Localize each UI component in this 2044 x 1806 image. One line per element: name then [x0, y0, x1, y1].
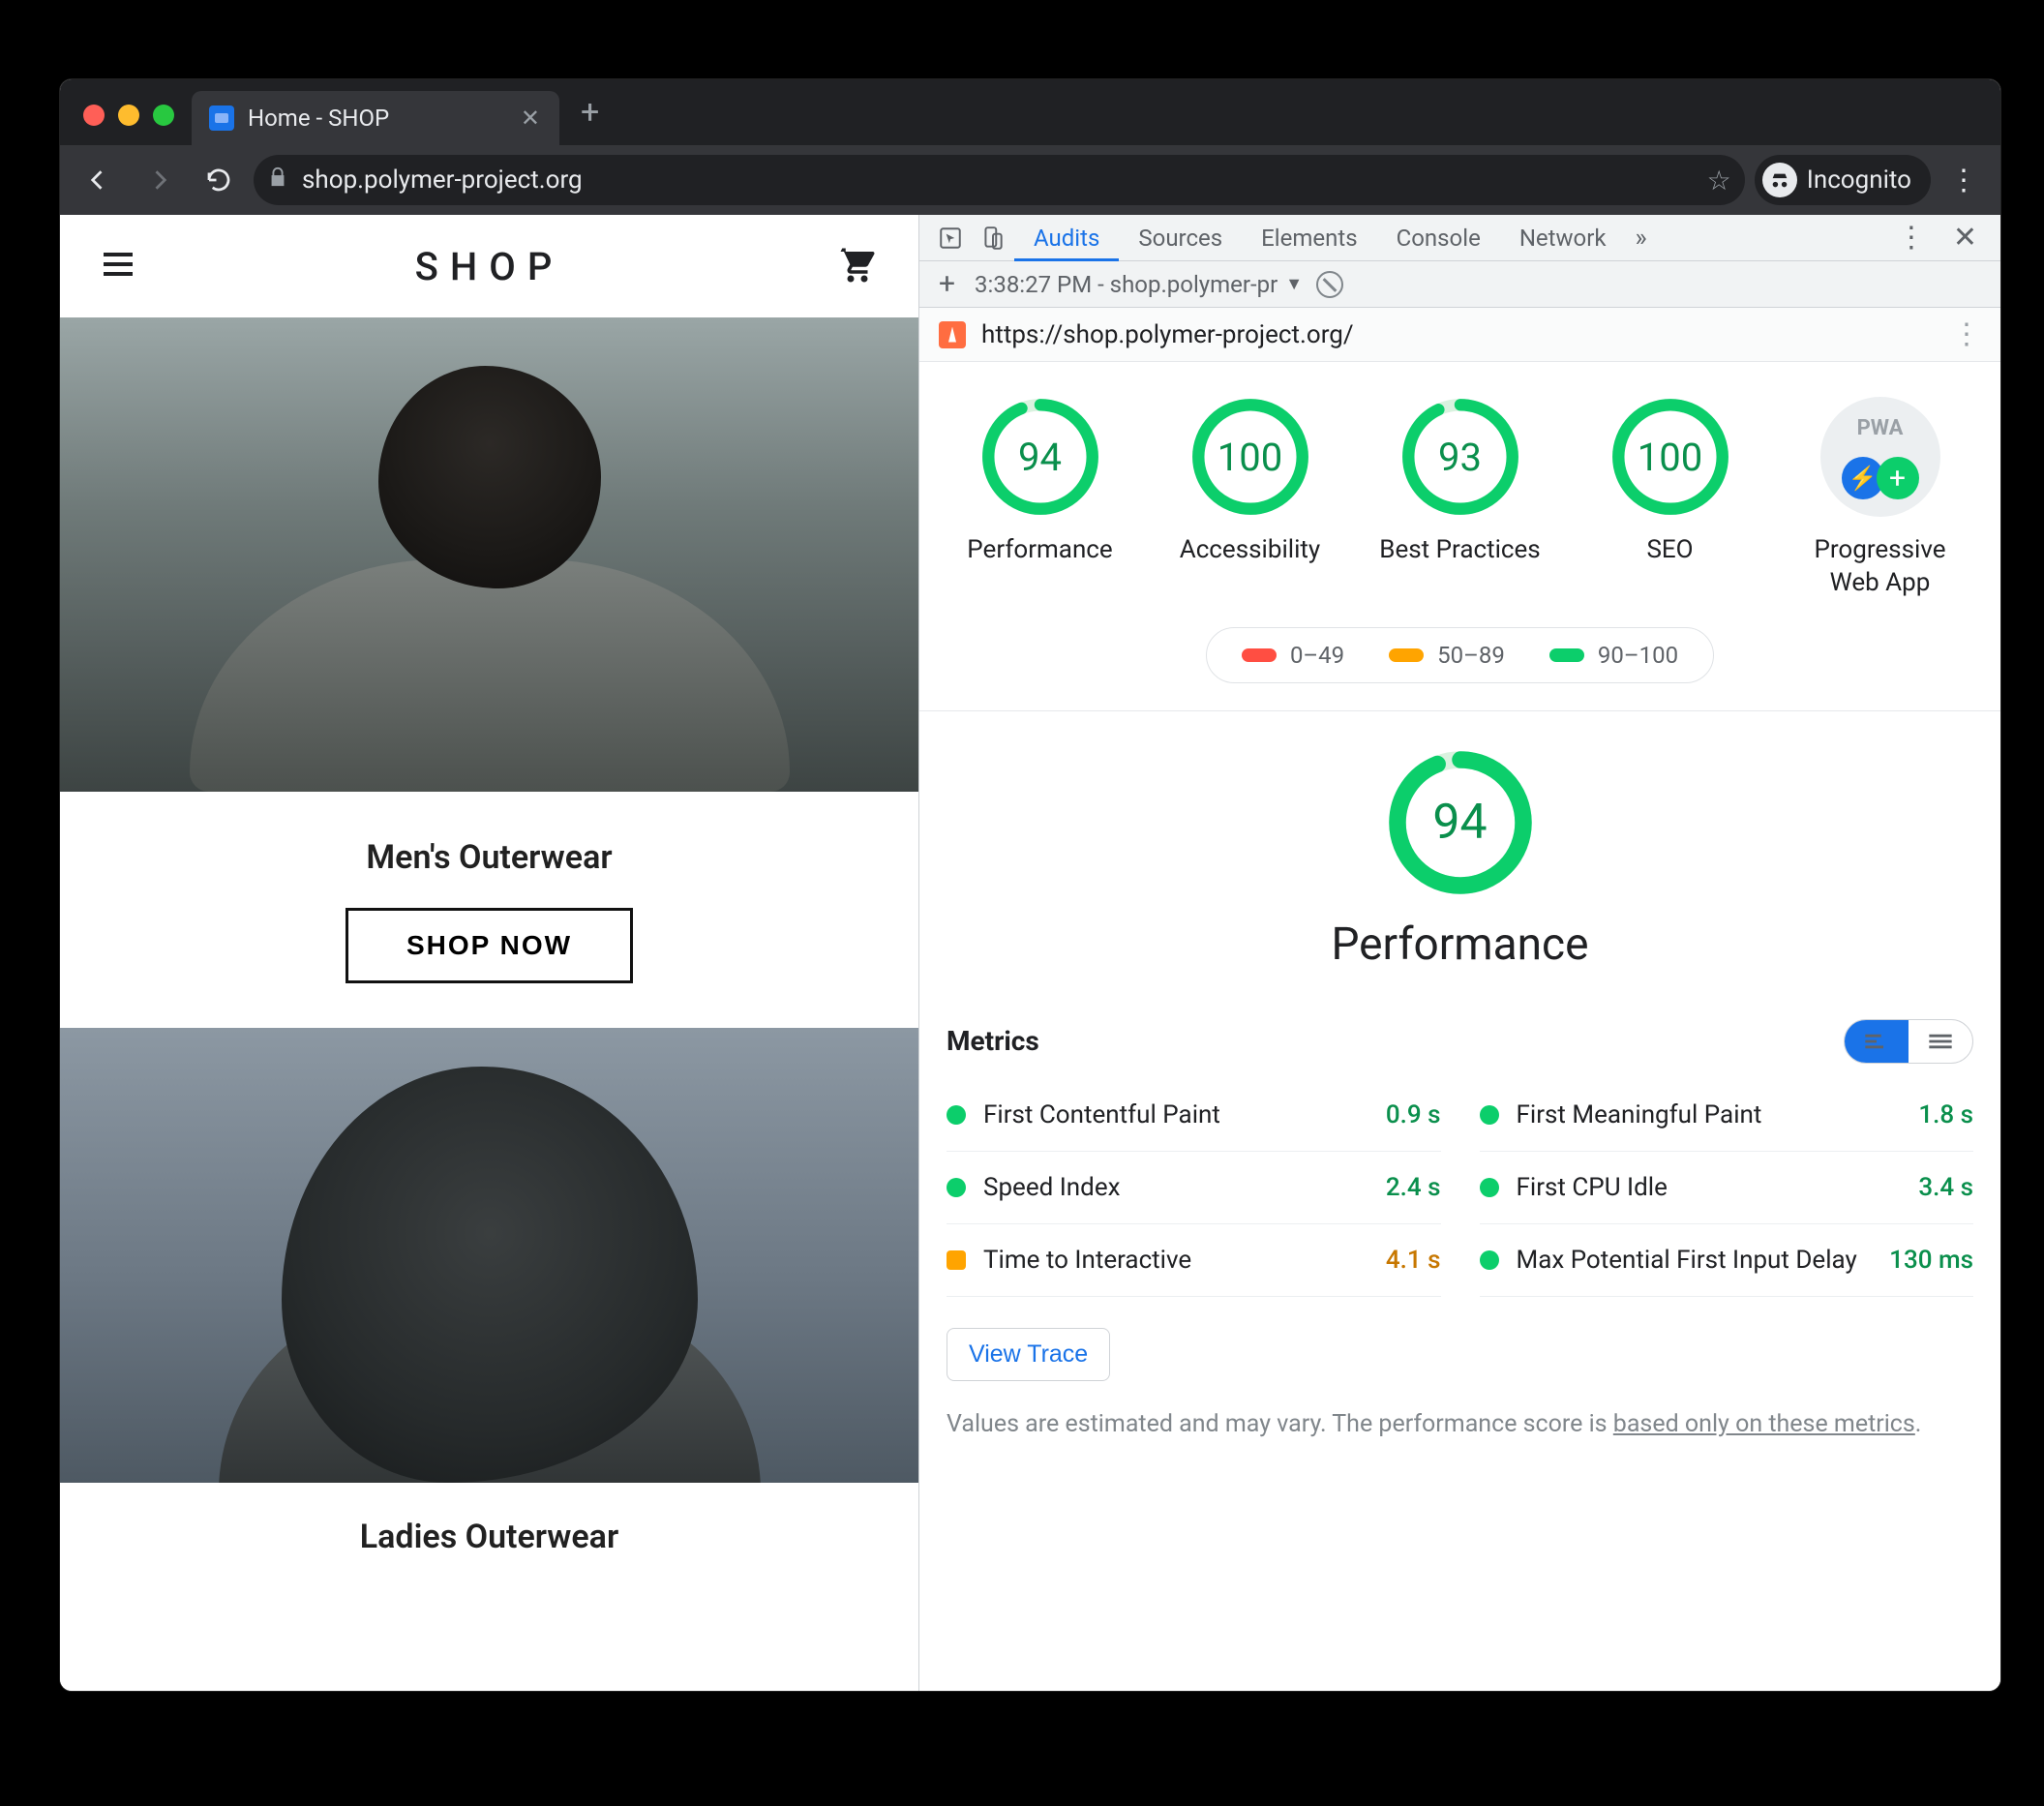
hero-image-ladies	[60, 1028, 918, 1483]
omnibox[interactable]: shop.polymer-project.org ☆	[254, 155, 1745, 205]
lock-icon	[267, 165, 288, 196]
lighthouse-icon	[939, 321, 966, 348]
score-seo[interactable]: 100 SEO	[1583, 397, 1758, 600]
status-dot-icon	[1480, 1250, 1499, 1270]
device-toggle-icon[interactable]	[972, 217, 1014, 259]
metric-row[interactable]: Speed Index2.4 s	[947, 1152, 1441, 1224]
browser-menu-button[interactable]: ⋮	[1940, 164, 1987, 197]
tab-title: Home - SHOP	[248, 105, 501, 132]
devtools-more-icon[interactable]: ⋮	[1883, 221, 1939, 255]
metric-row[interactable]: First Meaningful Paint1.8 s	[1480, 1079, 1974, 1152]
audit-url-menu-icon[interactable]: ⋮	[1952, 317, 1981, 351]
devtools-tab-sources[interactable]: Sources	[1119, 215, 1242, 261]
metrics-grid: First Contentful Paint0.9 s First Meanin…	[919, 1075, 2000, 1307]
new-tab-button[interactable]: +	[559, 93, 620, 145]
performance-big-score: 94 Performance	[919, 711, 2000, 990]
score-summary-row: 94 Performance 100 Accessibility 93 Best…	[919, 362, 2000, 610]
status-dot-icon	[1480, 1178, 1499, 1197]
shop-now-button[interactable]: SHOP NOW	[346, 908, 633, 983]
devtools-tab-elements[interactable]: Elements	[1242, 215, 1376, 261]
section-label-ladies: Ladies Outerwear	[60, 1483, 918, 1556]
devtools-tab-audits[interactable]: Audits	[1014, 215, 1119, 261]
content-split: SHOP Men's Outerwear SHOP NOW Ladies Out…	[60, 215, 2000, 1691]
devtools-tabs: Audits Sources Elements Console Network …	[919, 215, 2000, 261]
omnibox-url: shop.polymer-project.org	[302, 166, 1694, 195]
incognito-label: Incognito	[1807, 166, 1911, 195]
window-minimize-button[interactable]	[118, 105, 139, 126]
page-title: SHOP	[415, 244, 564, 289]
tab-close-icon[interactable]: ✕	[515, 105, 546, 132]
metric-row[interactable]: First Contentful Paint0.9 s	[947, 1079, 1441, 1152]
devtools-close-icon[interactable]: ✕	[1939, 221, 1991, 255]
score-legend: 0–49 50–89 90–100	[1206, 627, 1714, 683]
metrics-disclaimer: Values are estimated and may vary. The p…	[919, 1381, 2000, 1444]
window-close-button[interactable]	[83, 105, 105, 126]
status-dot-icon	[947, 1250, 966, 1270]
tab-bar: Home - SHOP ✕ +	[60, 79, 2000, 145]
legend-pass: 90–100	[1549, 642, 1678, 669]
legend-fail: 0–49	[1242, 642, 1344, 669]
pwa-badge-icon: PWA ⚡+	[1820, 397, 1940, 517]
nav-reload-button[interactable]	[194, 155, 244, 205]
devtools-tab-console[interactable]: Console	[1377, 215, 1500, 261]
audits-toolbar: + 3:38:27 PM - shop.polymer-pr▼	[919, 261, 2000, 308]
legend-average: 50–89	[1389, 642, 1505, 669]
favicon-icon	[209, 105, 234, 131]
status-dot-icon	[947, 1105, 966, 1125]
incognito-icon	[1762, 163, 1797, 197]
menu-icon[interactable]	[99, 245, 141, 287]
hero-image-mens	[60, 317, 918, 792]
view-trace-button[interactable]: View Trace	[947, 1328, 1110, 1381]
audit-run-dropdown[interactable]: 3:38:27 PM - shop.polymer-pr▼	[975, 271, 1303, 298]
incognito-badge[interactable]: Incognito	[1755, 155, 1931, 205]
view-toggle-left-icon[interactable]	[1845, 1020, 1909, 1063]
browser-toolbar: shop.polymer-project.org ☆ Incognito ⋮	[60, 145, 2000, 215]
browser-window: Home - SHOP ✕ + shop.polymer-project.org…	[60, 79, 2000, 1691]
window-controls	[68, 105, 192, 145]
performance-heading: Performance	[1331, 918, 1588, 971]
page-header: SHOP	[60, 215, 918, 317]
metric-row[interactable]: First CPU Idle3.4 s	[1480, 1152, 1974, 1224]
new-audit-button[interactable]: +	[933, 267, 961, 301]
cart-icon[interactable]	[837, 245, 880, 287]
metrics-header: Metrics	[919, 990, 2000, 1075]
clear-audits-icon[interactable]	[1316, 271, 1343, 298]
score-best-practices[interactable]: 93 Best Practices	[1373, 397, 1548, 600]
audit-url-row: https://shop.polymer-project.org/ ⋮	[919, 308, 2000, 362]
caret-down-icon: ▼	[1285, 274, 1303, 294]
bookmark-star-icon[interactable]: ☆	[1707, 165, 1731, 196]
disclaimer-link[interactable]: based only on these metrics	[1613, 1410, 1915, 1438]
devtools-tab-network[interactable]: Network	[1500, 215, 1626, 261]
rendered-page: SHOP Men's Outerwear SHOP NOW Ladies Out…	[60, 215, 919, 1691]
metric-row[interactable]: Max Potential First Input Delay130 ms	[1480, 1224, 1974, 1297]
nav-back-button[interactable]	[74, 155, 124, 205]
score-performance[interactable]: 94 Performance	[953, 397, 1127, 600]
inspect-element-icon[interactable]	[929, 217, 972, 259]
view-toggle-right-icon[interactable]	[1909, 1020, 1972, 1063]
browser-tab[interactable]: Home - SHOP ✕	[192, 91, 559, 145]
score-accessibility[interactable]: 100 Accessibility	[1163, 397, 1338, 600]
metrics-heading: Metrics	[947, 1025, 1039, 1057]
metrics-view-toggle[interactable]	[1844, 1019, 1973, 1064]
section-label-mens: Men's Outerwear	[60, 792, 918, 908]
status-dot-icon	[947, 1178, 966, 1197]
metric-row[interactable]: Time to Interactive4.1 s	[947, 1224, 1441, 1297]
devtools-panel: Audits Sources Elements Console Network …	[919, 215, 2000, 1691]
status-dot-icon	[1480, 1105, 1499, 1125]
nav-forward-button[interactable]	[134, 155, 184, 205]
audited-url: https://shop.polymer-project.org/	[981, 320, 1937, 349]
score-pwa[interactable]: PWA ⚡+ Progressive Web App	[1793, 397, 1968, 600]
window-maximize-button[interactable]	[153, 105, 174, 126]
devtools-tabs-overflow-icon[interactable]: »	[1626, 224, 1657, 253]
